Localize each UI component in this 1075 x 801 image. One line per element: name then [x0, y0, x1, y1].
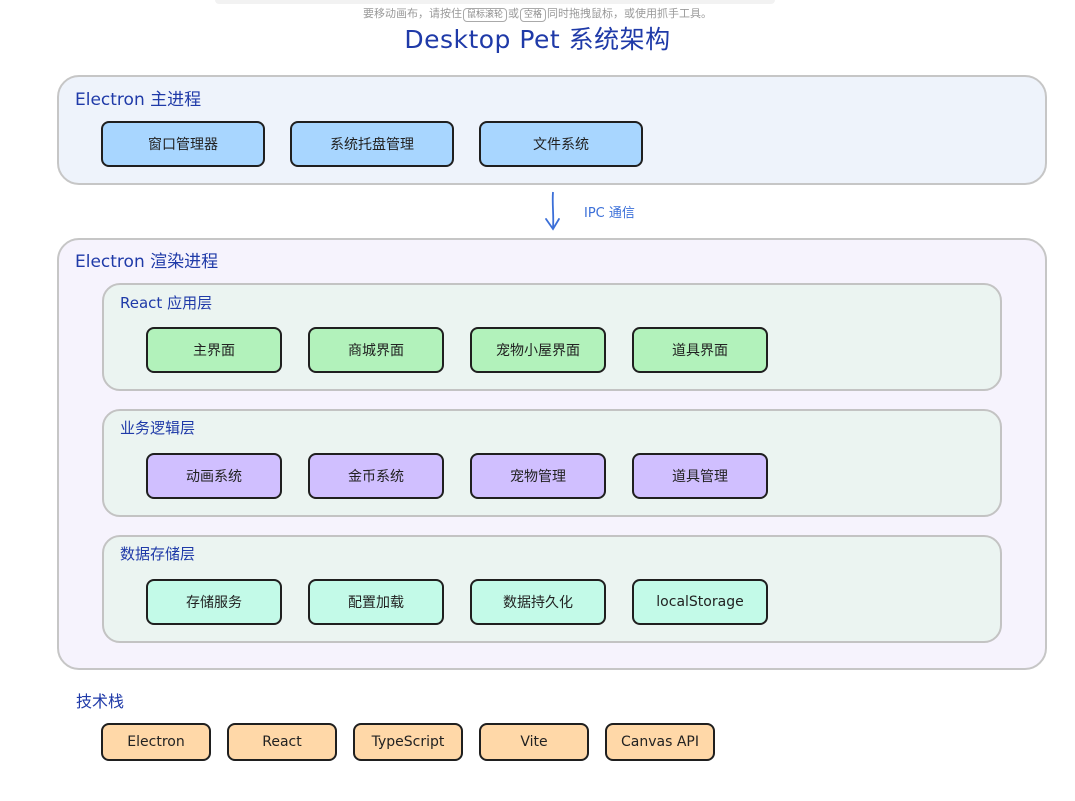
config-loading-node[interactable]: 配置加载	[308, 579, 444, 625]
tech-vite-node[interactable]: Vite	[479, 723, 589, 761]
localstorage-node[interactable]: localStorage	[632, 579, 768, 625]
system-tray-node[interactable]: 系统托盘管理	[290, 121, 454, 167]
renderer-process-label[interactable]: Electron 渲染进程	[75, 247, 218, 272]
file-system-node[interactable]: 文件系统	[479, 121, 643, 167]
item-management-node[interactable]: 道具管理	[632, 453, 768, 499]
data-persistence-node[interactable]: 数据持久化	[470, 579, 606, 625]
ipc-arrow[interactable]	[543, 190, 563, 232]
main-process-label[interactable]: Electron 主进程	[75, 85, 201, 110]
coin-system-node[interactable]: 金币系统	[308, 453, 444, 499]
tech-canvas-api-node[interactable]: Canvas API	[605, 723, 715, 761]
react-layer-label[interactable]: React 应用层	[120, 292, 212, 313]
logic-layer-label[interactable]: 业务逻辑层	[120, 417, 195, 438]
hint-bar	[215, 0, 775, 4]
animation-system-node[interactable]: 动画系统	[146, 453, 282, 499]
hint-text-or: 或	[508, 7, 519, 20]
item-ui-node[interactable]: 道具界面	[632, 327, 768, 373]
main-ui-node[interactable]: 主界面	[146, 327, 282, 373]
pet-management-node[interactable]: 宠物管理	[470, 453, 606, 499]
tech-typescript-node[interactable]: TypeScript	[353, 723, 463, 761]
hint-text-before: 要移动画布，请按住	[362, 7, 462, 20]
hint-text-after: 同时拖拽鼠标，或使用抓手工具。	[547, 7, 713, 20]
storage-layer-label[interactable]: 数据存储层	[120, 543, 195, 564]
tech-stack-label[interactable]: 技术栈	[76, 688, 124, 712]
tech-react-node[interactable]: React	[227, 723, 337, 761]
diagram-title[interactable]: Desktop Pet 系统架构	[0, 20, 1075, 56]
storage-service-node[interactable]: 存储服务	[146, 579, 282, 625]
tech-electron-node[interactable]: Electron	[101, 723, 211, 761]
shop-ui-node[interactable]: 商城界面	[308, 327, 444, 373]
pet-house-ui-node[interactable]: 宠物小屋界面	[470, 327, 606, 373]
ipc-label[interactable]: IPC 通信	[584, 202, 635, 221]
window-manager-node[interactable]: 窗口管理器	[101, 121, 265, 167]
